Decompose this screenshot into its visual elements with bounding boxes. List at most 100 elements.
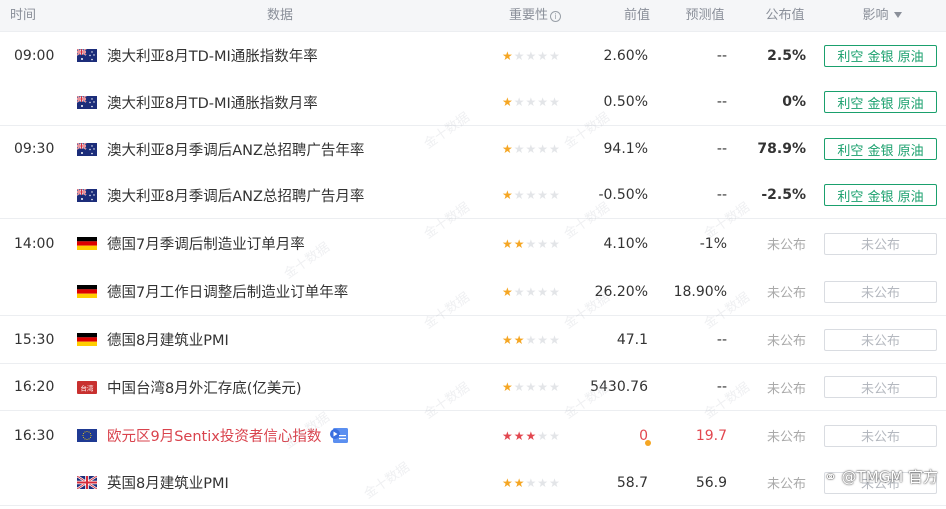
star-empty-icon: ★ bbox=[537, 142, 549, 156]
influence-tag[interactable]: 利空 金银 原油 bbox=[824, 138, 937, 160]
event-name-text[interactable]: 澳大利亚8月季调后ANZ总招聘广告月率 bbox=[107, 185, 364, 206]
published-value: 未公布 bbox=[766, 334, 806, 349]
star-filled-icon: ★ bbox=[502, 475, 513, 490]
table-row[interactable]: 14:00 德国7月季调后制造业订单月率 ★ ★ ★ ★ ★ 4.10% -1% 未公布 未公布 bbox=[0, 219, 946, 268]
forecast-value: -- bbox=[716, 47, 727, 64]
importance-stars: ★ ★ ★ ★ ★ bbox=[502, 364, 560, 410]
influence-cell: 利空 金银 原油 bbox=[824, 126, 937, 172]
previous-value: 94.1% bbox=[560, 126, 648, 172]
header-published: 公布值 bbox=[765, 8, 805, 23]
table-row[interactable]: 澳大利亚8月季调后ANZ总招聘广告月率 ★ ★ ★ ★ ★ -0.50% -- -2.5% 利空 … bbox=[0, 172, 946, 219]
event-name[interactable]: 德国8月建筑业PMI bbox=[107, 316, 229, 363]
event-name[interactable]: 中国台湾8月外汇存底(亿美元) bbox=[107, 364, 302, 410]
star-empty-icon: ★ bbox=[537, 380, 549, 394]
star-filled-icon: ★ bbox=[502, 332, 513, 347]
previous-value: 58.7 bbox=[560, 460, 648, 505]
event-name[interactable]: 澳大利亚8月TD-MI通胀指数年率 bbox=[107, 32, 318, 79]
star-empty-icon: ★ bbox=[549, 332, 560, 347]
published-value: 未公布 bbox=[766, 430, 806, 445]
previous-value: 47.1 bbox=[560, 316, 648, 363]
star-empty-icon: ★ bbox=[513, 95, 525, 109]
event-name[interactable]: 欧元区9月Sentix投资者信心指数 bbox=[107, 411, 349, 460]
star-empty-icon: ★ bbox=[537, 236, 549, 251]
influence-tag[interactable]: 未公布 bbox=[824, 280, 937, 303]
table-row[interactable]: 16:30 欧元区9月Sentix投资者信心指数 ★ ★ ★ ★ ★ 0 19.7 未公布 未公布 bbox=[0, 411, 946, 460]
event-name-text[interactable]: 澳大利亚8月TD-MI通胀指数月率 bbox=[107, 92, 318, 113]
table-row[interactable]: 15:30 德国8月建筑业PMI ★ ★ ★ ★ ★ 47.1 -- 未公布 未公布 bbox=[0, 316, 946, 364]
info-icon[interactable]: i bbox=[550, 11, 561, 22]
previous-value: 0 bbox=[560, 411, 651, 460]
event-name-text[interactable]: 中国台湾8月外汇存底(亿美元) bbox=[107, 377, 302, 398]
event-name[interactable]: 英国8月建筑业PMI bbox=[107, 460, 229, 505]
event-name-text[interactable]: 德国7月季调后制造业订单月率 bbox=[107, 233, 305, 254]
video-icon[interactable] bbox=[329, 427, 349, 444]
sort-down-icon[interactable] bbox=[893, 12, 902, 18]
previous-value: 2.60% bbox=[560, 32, 648, 79]
event-name-text[interactable]: 英国8月建筑业PMI bbox=[107, 472, 229, 493]
forecast-value: -- bbox=[716, 379, 727, 395]
header-influence[interactable]: 影响 bbox=[852, 0, 912, 32]
table-row[interactable]: 德国7月工作日调整后制造业订单年率 ★ ★ ★ ★ ★ 26.20% 18.90% 未公布 未公布 bbox=[0, 268, 946, 316]
importance-stars: ★ ★ ★ ★ ★ bbox=[502, 316, 560, 363]
forecast-value: 56.9 bbox=[695, 474, 727, 491]
event-name-text[interactable]: 澳大利亚8月TD-MI通胀指数年率 bbox=[107, 45, 318, 66]
influence-tag[interactable]: 利空 金银 原油 bbox=[824, 91, 937, 113]
event-name[interactable]: 澳大利亚8月TD-MI通胀指数月率 bbox=[107, 79, 318, 125]
australia-flag-icon bbox=[77, 126, 97, 172]
influence-tag[interactable]: 未公布 bbox=[824, 424, 937, 447]
published-value: 未公布 bbox=[766, 477, 806, 492]
event-name-text[interactable]: 澳大利亚8月季调后ANZ总招聘广告年率 bbox=[107, 139, 364, 160]
published-value: 2.5% bbox=[767, 47, 806, 64]
previous-value-text: 0.50% bbox=[603, 94, 648, 110]
star-filled-icon: ★ bbox=[502, 95, 513, 109]
header-influence-label: 影响 bbox=[862, 8, 889, 23]
star-filled-icon: ★ bbox=[513, 332, 525, 347]
influence-tag[interactable]: 未公布 bbox=[824, 232, 937, 255]
previous-value-text: 5430.76 bbox=[590, 379, 648, 395]
header-time: 时间 bbox=[10, 8, 37, 23]
star-filled-icon: ★ bbox=[502, 428, 513, 443]
star-empty-icon: ★ bbox=[549, 95, 560, 109]
star-empty-icon: ★ bbox=[549, 428, 560, 443]
previous-value-text: -0.50% bbox=[598, 187, 648, 203]
previous-value: -0.50% bbox=[560, 172, 648, 218]
previous-value-text: 4.10% bbox=[603, 235, 648, 252]
event-name[interactable]: 德国7月工作日调整后制造业订单年率 bbox=[107, 268, 348, 315]
table-row[interactable]: 英国8月建筑业PMI ★ ★ ★ ★ ★ 58.7 56.9 未公布 未公布 bbox=[0, 460, 946, 506]
star-empty-icon: ★ bbox=[537, 188, 549, 202]
previous-value-text: 47.1 bbox=[616, 331, 648, 348]
previous-value-text: 94.1% bbox=[603, 141, 648, 157]
header-forecast: 预测值 bbox=[685, 8, 725, 23]
table-row[interactable]: 16:20 台湾 中国台湾8月外汇存底(亿美元) ★ ★ ★ ★ ★ 5430.76 -- 未公布未… bbox=[0, 364, 946, 411]
event-name[interactable]: 澳大利亚8月季调后ANZ总招聘广告年率 bbox=[107, 126, 364, 172]
header-importance[interactable]: 重要性 i bbox=[500, 0, 570, 32]
influence-tag[interactable]: 利空 金银 原油 bbox=[824, 184, 937, 206]
table-row[interactable]: 09:30 澳大利亚8月季调后ANZ总招聘广告年率 ★ ★ ★ ★ ★ 94.1% -- 78.9… bbox=[0, 126, 946, 172]
star-empty-icon: ★ bbox=[549, 188, 560, 202]
table-row[interactable]: 09:00 澳大利亚8月TD-MI通胀指数年率 ★ ★ ★ ★ ★ 2.60% -- 2.5% 利空… bbox=[0, 32, 946, 79]
influence-tag[interactable]: 未公布 bbox=[824, 328, 937, 351]
australia-flag-icon bbox=[77, 79, 97, 125]
event-time: 15:30 bbox=[14, 331, 55, 348]
influence-tag[interactable]: 未公布 bbox=[824, 376, 937, 398]
star-filled-icon: ★ bbox=[513, 475, 525, 490]
weibo-text: @TMGM 官方 bbox=[841, 468, 938, 486]
star-filled-icon: ★ bbox=[513, 428, 525, 443]
star-filled-icon: ★ bbox=[513, 236, 525, 251]
star-empty-icon: ★ bbox=[537, 95, 549, 109]
event-name[interactable]: 澳大利亚8月季调后ANZ总招聘广告月率 bbox=[107, 172, 364, 218]
event-name[interactable]: 德国7月季调后制造业订单月率 bbox=[107, 219, 305, 268]
header-importance-label: 重要性 bbox=[508, 8, 548, 23]
event-name-text[interactable]: 德国8月建筑业PMI bbox=[107, 329, 229, 350]
star-empty-icon: ★ bbox=[537, 428, 549, 443]
influence-cell: 利空 金银 原油 bbox=[824, 172, 937, 218]
event-name-text[interactable]: 德国7月工作日调整后制造业订单年率 bbox=[107, 281, 348, 302]
previous-value: 4.10% bbox=[560, 219, 648, 268]
event-name-text[interactable]: 欧元区9月Sentix投资者信心指数 bbox=[107, 425, 321, 446]
table-row[interactable]: 澳大利亚8月TD-MI通胀指数月率 ★ ★ ★ ★ ★ 0.50% -- 0% 利空 金银 原油 bbox=[0, 79, 946, 126]
weibo-watermark: ⚭ @TMGM 官方 bbox=[824, 466, 938, 487]
star-empty-icon: ★ bbox=[513, 380, 525, 394]
influence-tag[interactable]: 利空 金银 原油 bbox=[824, 44, 937, 67]
star-empty-icon: ★ bbox=[525, 142, 537, 156]
previous-value: 26.20% bbox=[560, 268, 648, 315]
